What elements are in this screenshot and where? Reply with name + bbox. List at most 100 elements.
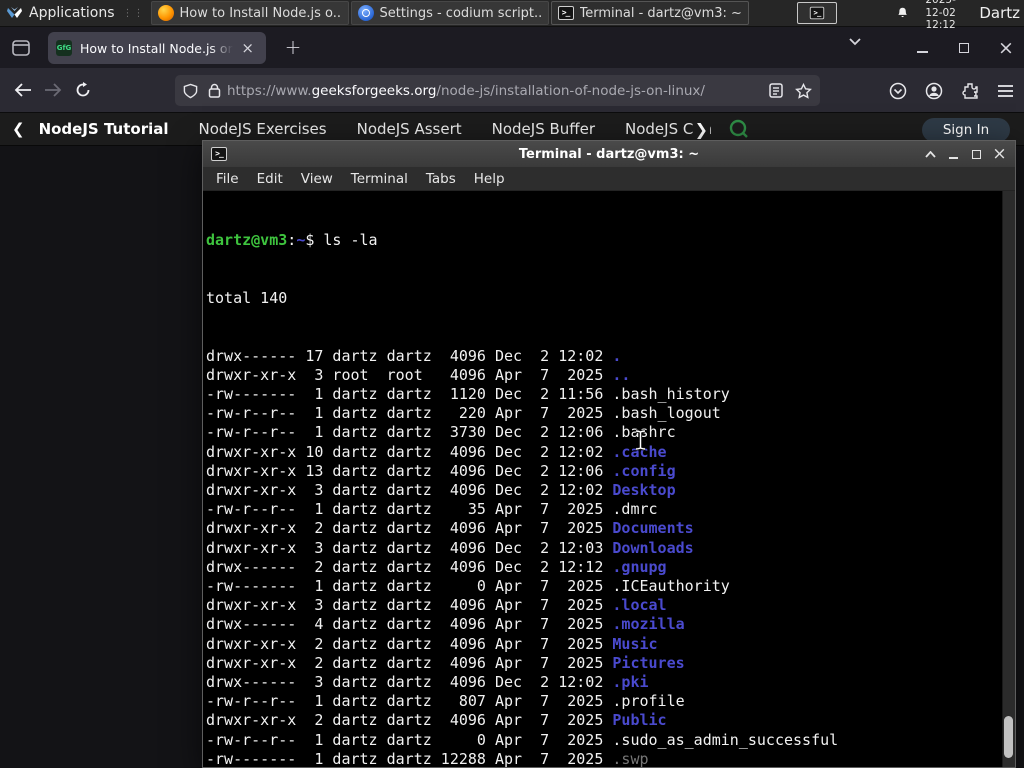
- url-domain: geeksforgeeks.org: [311, 82, 437, 99]
- terminal-output[interactable]: dartz@vm3:~$ ls -la total 140 drwx------…: [203, 191, 1015, 767]
- file-attributes: -rw-r--r-- 1 dartz dartz 0 Apr 7 2025: [206, 730, 613, 749]
- file-attributes: drwx------ 4 dartz dartz 4096 Apr 7 2025: [206, 615, 613, 634]
- file-name: .bash_history: [612, 385, 730, 404]
- prompt-dollar: $: [305, 231, 324, 250]
- terminal-minimize-button[interactable]: [946, 147, 961, 162]
- url-scheme: https://www.: [227, 82, 312, 99]
- pocket-icon[interactable]: [889, 82, 907, 100]
- reader-mode-icon[interactable]: [769, 83, 783, 98]
- file-listing-row: drwx------ 2 dartz dartz 4096 Dec 2 12:1…: [206, 558, 1001, 577]
- terminal-menu-item[interactable]: Tabs: [417, 169, 465, 189]
- site-nav-link[interactable]: NodeJS Tutorial: [39, 120, 169, 138]
- browser-tab-bar: GfG How to Install Node.js on × + ×: [0, 27, 1024, 68]
- tab-title: How to Install Node.js on: [80, 40, 234, 56]
- file-listing-row: drwxr-xr-x 10 dartz dartz 4096 Dec 2 12:…: [206, 443, 1001, 462]
- terminal-menu-item[interactable]: File: [207, 169, 248, 189]
- back-button[interactable]: [8, 75, 38, 105]
- file-attributes: -rw-r--r-- 1 dartz dartz 807 Apr 7 2025: [206, 692, 613, 711]
- taskbar-window-button[interactable]: Settings - codium script...: [350, 1, 549, 25]
- file-listing-row: drwxr-xr-x 3 dartz dartz 4096 Apr 7 2025…: [206, 596, 1001, 615]
- prompt-cwd: ~: [296, 231, 306, 250]
- reload-button[interactable]: [68, 75, 98, 105]
- terminal-scrollbar[interactable]: [1002, 191, 1015, 767]
- forward-button[interactable]: [38, 75, 68, 105]
- site-search-icon[interactable]: [728, 118, 750, 140]
- taskbar-window-button[interactable]: >_ Terminal - dartz@vm3: ~: [550, 1, 749, 25]
- site-nav-link[interactable]: NodeJS Buffer: [492, 120, 595, 138]
- file-name: .cache: [612, 442, 667, 461]
- terminal-shade-button[interactable]: [923, 147, 938, 162]
- site-nav-link[interactable]: NodeJS Exercises: [199, 120, 327, 138]
- terminal-menu-item[interactable]: Terminal: [342, 169, 417, 189]
- session-user-label[interactable]: Dartz: [979, 4, 1020, 22]
- terminal-menu-item[interactable]: View: [292, 169, 342, 189]
- browser-window-controls: ×: [914, 27, 1014, 68]
- new-tab-button[interactable]: +: [280, 35, 306, 61]
- reload-icon: [76, 82, 90, 97]
- terminal-close-button[interactable]: ×: [992, 144, 1007, 164]
- toolbar-extensions-area: [889, 68, 1014, 113]
- terminal-titlebar[interactable]: >_ Terminal - dartz@vm3: ~ ×: [203, 141, 1015, 167]
- terminal-window: >_ Terminal - dartz@vm3: ~ × File Edit Vie…: [202, 140, 1016, 768]
- list-all-tabs-button[interactable]: [848, 37, 862, 46]
- file-listing-row: -rw------- 1 dartz dartz 12288 Apr 7 202…: [206, 750, 1001, 767]
- bookmark-star-icon[interactable]: [795, 82, 812, 99]
- file-attributes: drwxr-xr-x 2 dartz dartz 4096 Apr 7 2025: [206, 519, 613, 538]
- file-listing-row: -rw-r--r-- 1 dartz dartz 220 Apr 7 2025 …: [206, 404, 1001, 423]
- url-path: /node-js/installation-of-node-js-on-linu…: [436, 82, 705, 99]
- file-listing-row: drwxr-xr-x 2 dartz dartz 4096 Apr 7 2025…: [206, 711, 1001, 730]
- file-listing-row: drwx------ 4 dartz dartz 4096 Apr 7 2025…: [206, 615, 1001, 634]
- hamburger-menu-icon[interactable]: [997, 84, 1014, 98]
- taskbar: How to Install Node.js o... Settings - c…: [150, 1, 751, 25]
- file-listing-row: -rw-r--r-- 1 dartz dartz 807 Apr 7 2025 …: [206, 692, 1001, 711]
- terminal-scrollbar-thumb[interactable]: [1004, 716, 1013, 758]
- total-line: total 140: [206, 289, 288, 308]
- file-listing-row: drwxr-xr-x 13 dartz dartz 4096 Dec 2 12:…: [206, 462, 1001, 481]
- terminal-menubar: File Edit View Terminal Tabs Help: [203, 167, 1015, 191]
- file-name: .config: [612, 461, 676, 480]
- prompt-user-host: dartz@vm3: [206, 231, 288, 250]
- file-listing-row: drwxr-xr-x 2 dartz dartz 4096 Apr 7 2025…: [206, 635, 1001, 654]
- browser-tab[interactable]: GfG How to Install Node.js on ×: [48, 32, 266, 64]
- clock[interactable]: 2025-12-02 12:12: [918, 0, 963, 32]
- file-name: Music: [612, 634, 658, 653]
- file-listing-row: -rw-r--r-- 1 dartz dartz 35 Apr 7 2025 .…: [206, 500, 1001, 519]
- nav-scroll-left-button[interactable]: ❮: [12, 120, 25, 138]
- file-attributes: drwxr-xr-x 10 dartz dartz 4096 Dec 2 12:…: [206, 442, 613, 461]
- panel-handle: ⋮⋮: [122, 7, 145, 19]
- tracking-shield-icon[interactable]: [183, 83, 198, 99]
- firefox-view-button[interactable]: [7, 34, 35, 62]
- extensions-puzzle-icon[interactable]: [961, 82, 979, 100]
- notification-bell-icon[interactable]: [897, 5, 908, 21]
- account-icon[interactable]: [925, 82, 943, 100]
- file-attributes: drwxr-xr-x 3 dartz dartz 4096 Dec 2 12:0…: [206, 481, 613, 500]
- terminal-maximize-button[interactable]: [969, 147, 984, 162]
- file-attributes: -rw-r--r-- 1 dartz dartz 35 Apr 7 2025: [206, 500, 613, 519]
- file-listing-row: drwx------ 3 dartz dartz 4096 Dec 2 12:0…: [206, 673, 1001, 692]
- site-nav-link[interactable]: NodeJS Assert: [357, 120, 462, 138]
- url-bar[interactable]: https://www.geeksforgeeks.org/node-js/in…: [175, 75, 820, 106]
- file-attributes: drwx------ 17 dartz dartz 4096 Dec 2 12:…: [206, 346, 613, 365]
- browser-close-button[interactable]: ×: [998, 37, 1014, 59]
- system-tray: 2025-12-02 12:12 Dartz: [897, 0, 1024, 32]
- terminal-window-controls: ×: [923, 144, 1007, 164]
- file-name: .: [612, 346, 622, 365]
- nav-scroll-right-button[interactable]: ❯: [692, 119, 710, 139]
- terminal-menu-item[interactable]: Edit: [248, 169, 292, 189]
- file-attributes: drwxr-xr-x 3 dartz dartz 4096 Apr 7 2025: [206, 596, 613, 615]
- sign-in-button[interactable]: Sign In: [922, 118, 1010, 142]
- browser-maximize-button[interactable]: [956, 40, 972, 56]
- tab-close-button[interactable]: ×: [237, 39, 258, 58]
- file-attributes: -rw------- 1 dartz dartz 1120 Dec 2 11:5…: [206, 385, 613, 404]
- applications-menu-button[interactable]: Applications: [0, 0, 123, 27]
- file-name: ..: [612, 365, 631, 384]
- lock-icon[interactable]: [208, 83, 221, 98]
- prompt-colon: :: [287, 231, 297, 250]
- file-name: .swp: [612, 749, 649, 767]
- workspace-switcher[interactable]: >_: [796, 2, 837, 24]
- taskbar-window-button[interactable]: How to Install Node.js o...: [150, 1, 349, 25]
- terminal-menu-item[interactable]: Help: [465, 169, 514, 189]
- file-listing-row: drwxr-xr-x 3 root root 4096 Apr 7 2025 .…: [206, 366, 1001, 385]
- browser-minimize-button[interactable]: [914, 40, 930, 56]
- file-name: .mozilla: [612, 615, 685, 634]
